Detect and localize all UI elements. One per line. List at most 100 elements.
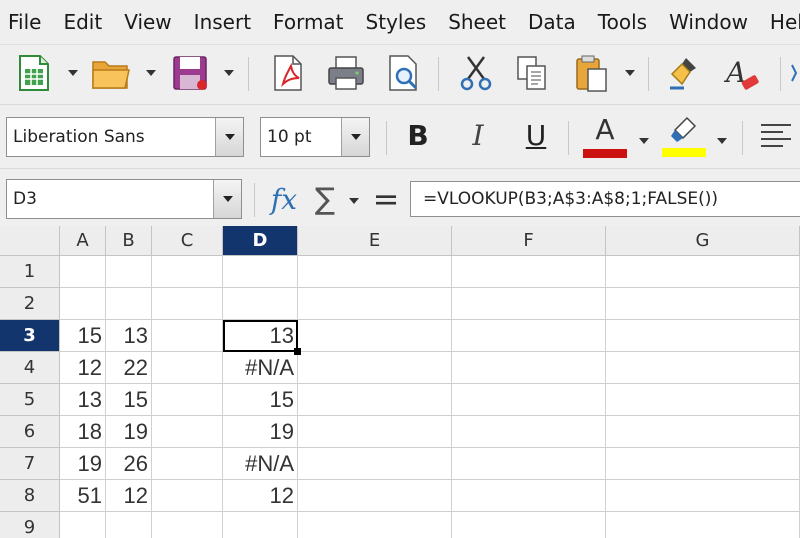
new-spreadsheet-icon[interactable] bbox=[12, 51, 56, 95]
font-name-combo[interactable]: Liberation Sans bbox=[6, 117, 244, 157]
column-header-a[interactable]: A bbox=[60, 226, 106, 256]
cell-c1[interactable] bbox=[152, 256, 223, 288]
cell-f6[interactable] bbox=[452, 416, 606, 448]
open-dropdown-arrow[interactable] bbox=[145, 67, 157, 79]
font-name-dropdown-button[interactable] bbox=[215, 118, 243, 156]
italic-button[interactable]: I bbox=[458, 115, 498, 155]
column-header-c[interactable]: C bbox=[152, 226, 223, 256]
cell-b5[interactable]: 15 bbox=[106, 384, 152, 416]
bold-button[interactable]: B bbox=[398, 115, 438, 155]
cell-a4[interactable]: 12 bbox=[60, 352, 106, 384]
cell-a7[interactable]: 19 bbox=[60, 448, 106, 480]
menu-insert[interactable]: Insert bbox=[183, 10, 262, 34]
cell-c2[interactable] bbox=[152, 288, 223, 320]
clone-formatting-icon[interactable] bbox=[662, 51, 706, 95]
cell-c9[interactable] bbox=[152, 512, 223, 538]
cell-b1[interactable] bbox=[106, 256, 152, 288]
cell-c6[interactable] bbox=[152, 416, 223, 448]
cell-g3[interactable] bbox=[606, 320, 800, 352]
row-header-9[interactable]: 9 bbox=[0, 512, 60, 538]
name-box[interactable]: D3 bbox=[6, 179, 242, 219]
cell-g4[interactable] bbox=[606, 352, 800, 384]
cell-b7[interactable]: 26 bbox=[106, 448, 152, 480]
cell-d6[interactable]: 19 bbox=[223, 416, 298, 448]
cell-e8[interactable] bbox=[298, 480, 452, 512]
cell-a3[interactable]: 15 bbox=[60, 320, 106, 352]
cell-f5[interactable] bbox=[452, 384, 606, 416]
cell-e7[interactable] bbox=[298, 448, 452, 480]
fill-handle[interactable] bbox=[294, 348, 301, 355]
cell-c7[interactable] bbox=[152, 448, 223, 480]
menu-file[interactable]: File bbox=[0, 10, 52, 34]
overflow-icon[interactable] bbox=[790, 51, 800, 95]
cell-g9[interactable] bbox=[606, 512, 800, 538]
cell-e9[interactable] bbox=[298, 512, 452, 538]
cell-a6[interactable]: 18 bbox=[60, 416, 106, 448]
cell-f7[interactable] bbox=[452, 448, 606, 480]
cell-f4[interactable] bbox=[452, 352, 606, 384]
cell-f8[interactable] bbox=[452, 480, 606, 512]
spreadsheet-grid[interactable]: A B C D E F G 1 2 3 15 13 13 4 12 22 #N/A 5 13 15 15 6 18 19 19 7… bbox=[0, 226, 800, 538]
cell-d4[interactable]: #N/A bbox=[223, 352, 298, 384]
menu-tools[interactable]: Tools bbox=[587, 10, 658, 34]
sum-dropdown-arrow[interactable] bbox=[348, 195, 360, 207]
cell-d8[interactable]: 12 bbox=[223, 480, 298, 512]
cell-a8[interactable]: 51 bbox=[60, 480, 106, 512]
cell-b3[interactable]: 13 bbox=[106, 320, 152, 352]
cell-b8[interactable]: 12 bbox=[106, 480, 152, 512]
font-color-button[interactable]: A bbox=[582, 113, 628, 159]
cell-a2[interactable] bbox=[60, 288, 106, 320]
open-folder-icon[interactable] bbox=[90, 51, 134, 95]
cell-g7[interactable] bbox=[606, 448, 800, 480]
select-all-corner[interactable] bbox=[0, 226, 60, 256]
name-box-dropdown-button[interactable] bbox=[213, 180, 241, 218]
new-dropdown-arrow[interactable] bbox=[67, 67, 79, 79]
cell-f2[interactable] bbox=[452, 288, 606, 320]
column-header-g[interactable]: G bbox=[606, 226, 800, 256]
cell-f1[interactable] bbox=[452, 256, 606, 288]
cell-d9[interactable] bbox=[223, 512, 298, 538]
cell-g6[interactable] bbox=[606, 416, 800, 448]
cell-a5[interactable]: 13 bbox=[60, 384, 106, 416]
clear-formatting-icon[interactable]: A bbox=[720, 51, 764, 95]
cut-icon[interactable] bbox=[454, 51, 498, 95]
cell-b6[interactable]: 19 bbox=[106, 416, 152, 448]
cell-g8[interactable] bbox=[606, 480, 800, 512]
row-header-2[interactable]: 2 bbox=[0, 288, 60, 320]
align-left-icon[interactable] bbox=[756, 117, 796, 157]
row-header-1[interactable]: 1 bbox=[0, 256, 60, 288]
column-header-e[interactable]: E bbox=[298, 226, 452, 256]
column-header-f[interactable]: F bbox=[452, 226, 606, 256]
cell-a9[interactable] bbox=[60, 512, 106, 538]
formula-input[interactable]: =VLOOKUP(B3;A$3:A$8;1;FALSE()) bbox=[410, 181, 800, 217]
cell-e1[interactable] bbox=[298, 256, 452, 288]
menu-sheet[interactable]: Sheet bbox=[437, 10, 517, 34]
row-header-4[interactable]: 4 bbox=[0, 352, 60, 384]
font-size-dropdown-button[interactable] bbox=[341, 118, 369, 156]
export-pdf-icon[interactable] bbox=[266, 51, 310, 95]
row-header-6[interactable]: 6 bbox=[0, 416, 60, 448]
cell-e5[interactable] bbox=[298, 384, 452, 416]
menu-view[interactable]: View bbox=[113, 10, 182, 34]
paste-icon[interactable] bbox=[570, 51, 614, 95]
print-icon[interactable] bbox=[324, 51, 368, 95]
underline-button[interactable]: U bbox=[516, 115, 556, 155]
cell-e6[interactable] bbox=[298, 416, 452, 448]
column-header-b[interactable]: B bbox=[106, 226, 152, 256]
cell-f3[interactable] bbox=[452, 320, 606, 352]
print-preview-icon[interactable] bbox=[382, 51, 426, 95]
cell-d7[interactable]: #N/A bbox=[223, 448, 298, 480]
cell-e4[interactable] bbox=[298, 352, 452, 384]
cell-d2[interactable] bbox=[223, 288, 298, 320]
cell-c8[interactable] bbox=[152, 480, 223, 512]
column-header-d[interactable]: D bbox=[223, 226, 298, 256]
cell-d5[interactable]: 15 bbox=[223, 384, 298, 416]
menu-styles[interactable]: Styles bbox=[355, 10, 438, 34]
highlight-color-button[interactable] bbox=[660, 113, 708, 159]
cell-c4[interactable] bbox=[152, 352, 223, 384]
sum-button[interactable]: ∑ bbox=[308, 179, 342, 219]
cell-c3[interactable] bbox=[152, 320, 223, 352]
font-color-dropdown-arrow[interactable] bbox=[638, 135, 650, 147]
cell-d3[interactable]: 13 bbox=[223, 320, 298, 352]
cell-e3[interactable] bbox=[298, 320, 452, 352]
